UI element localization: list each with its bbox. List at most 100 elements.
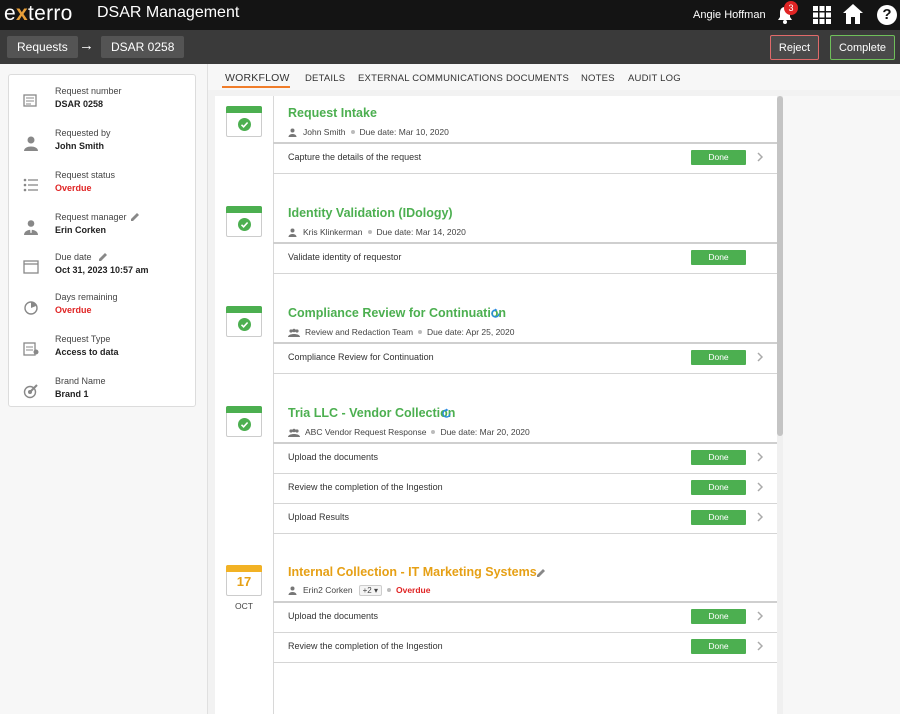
step-title[interactable]: Internal Collection - IT Marketing Syste… bbox=[288, 565, 537, 579]
step-due-date: Due date: Mar 20, 2020 bbox=[440, 427, 530, 437]
edit-step-pencil-icon[interactable] bbox=[536, 568, 546, 578]
chevron-right-icon[interactable] bbox=[756, 451, 764, 463]
document-list-icon bbox=[23, 94, 37, 107]
step-meta: John Smith Due date: Mar 10, 2020 bbox=[288, 127, 449, 138]
info-value: Brand 1 bbox=[55, 389, 89, 399]
info-label: Due date bbox=[55, 252, 92, 262]
step-overdue-label: Overdue bbox=[395, 585, 431, 595]
info-brand-name: Brand Name Brand 1 bbox=[9, 375, 197, 415]
breadcrumb-bar: Requests → DSAR 0258 Reject Complete bbox=[0, 30, 900, 64]
edit-due-date-pencil-icon[interactable] bbox=[98, 252, 108, 262]
help-icon[interactable]: ? bbox=[877, 5, 897, 25]
tab-details[interactable]: DETAILS bbox=[305, 73, 345, 84]
step-assignee: Erin2 Corken bbox=[303, 585, 353, 595]
done-button[interactable]: Done bbox=[691, 150, 746, 165]
task-row[interactable]: Review the completion of the Ingestion D… bbox=[273, 473, 777, 503]
exterro-logo[interactable]: exterro bbox=[4, 2, 73, 26]
chevron-right-icon[interactable] bbox=[756, 481, 764, 493]
done-button[interactable]: Done bbox=[691, 609, 746, 624]
task-label: Upload the documents bbox=[288, 452, 379, 462]
tab-audit-log[interactable]: AUDIT LOG bbox=[628, 73, 681, 84]
task-row[interactable]: Validate identity of requestor Done bbox=[273, 243, 777, 273]
tab-workflow[interactable]: WORKFLOW bbox=[225, 72, 290, 84]
task-row[interactable]: Capture the details of the request Done bbox=[273, 143, 777, 173]
done-button[interactable]: Done bbox=[691, 639, 746, 654]
step-assignee: Kris Klinkerman bbox=[303, 227, 363, 237]
step-calendar-complete bbox=[226, 206, 262, 237]
info-value: Erin Corken bbox=[55, 225, 107, 235]
done-button[interactable]: Done bbox=[691, 510, 746, 525]
reject-button[interactable]: Reject bbox=[770, 35, 819, 60]
calendar-day: 17 bbox=[236, 574, 252, 589]
list-icon bbox=[23, 178, 38, 192]
info-request-number: Request number DSAR 0258 bbox=[9, 85, 197, 125]
task-row[interactable]: Upload Results Done bbox=[273, 503, 777, 533]
info-due-date: Due date Oct 31, 2023 10:57 am bbox=[9, 251, 197, 291]
info-label: Request Type bbox=[55, 334, 111, 344]
info-value: DSAR 0258 bbox=[55, 99, 104, 109]
task-divider bbox=[273, 373, 777, 374]
check-circle-icon bbox=[238, 218, 251, 231]
timer-icon bbox=[24, 301, 38, 315]
chevron-right-icon[interactable] bbox=[756, 511, 764, 523]
step-meta: Review and Redaction Team Due date: Apr 2… bbox=[288, 327, 514, 338]
info-value: Oct 31, 2023 10:57 am bbox=[55, 265, 149, 275]
info-value: Access to data bbox=[55, 347, 119, 357]
calendar-icon bbox=[23, 260, 39, 274]
complete-button[interactable]: Complete bbox=[830, 35, 895, 60]
step-title[interactable]: Request Intake bbox=[288, 106, 377, 120]
task-label: Capture the details of the request bbox=[288, 152, 422, 162]
done-button[interactable]: Done bbox=[691, 250, 746, 265]
done-button[interactable]: Done bbox=[691, 450, 746, 465]
step-due-date: Due date: Mar 14, 2020 bbox=[376, 227, 466, 237]
task-divider bbox=[273, 533, 777, 534]
info-label: Request manager bbox=[55, 212, 127, 222]
task-label: Review the completion of the Ingestion bbox=[288, 641, 443, 651]
tab-external-communications[interactable]: EXTERNAL COMMUNICATIONS bbox=[358, 73, 503, 84]
team-icon bbox=[288, 328, 300, 338]
breadcrumb-requests[interactable]: Requests bbox=[7, 36, 78, 58]
chevron-right-icon[interactable] bbox=[756, 351, 764, 363]
task-divider bbox=[273, 273, 777, 274]
info-request-status: Request status Overdue bbox=[9, 169, 197, 209]
check-circle-icon bbox=[238, 318, 251, 331]
task-label: Review the completion of the Ingestion bbox=[288, 482, 443, 492]
chevron-right-icon[interactable] bbox=[756, 610, 764, 622]
brand-icon bbox=[23, 384, 38, 399]
step-calendar-complete bbox=[226, 406, 262, 437]
home-icon[interactable] bbox=[842, 3, 864, 25]
user-name[interactable]: Angie Hoffman bbox=[693, 9, 766, 21]
step-title[interactable]: Compliance Review for Continuation bbox=[288, 306, 506, 320]
edit-manager-pencil-icon[interactable] bbox=[130, 212, 140, 222]
task-row[interactable]: Upload the documents Done bbox=[273, 602, 777, 632]
task-divider bbox=[273, 662, 777, 663]
chevron-right-icon[interactable] bbox=[756, 640, 764, 652]
chevron-right-icon[interactable] bbox=[756, 151, 764, 163]
scrollbar-thumb[interactable] bbox=[777, 96, 783, 436]
extra-assignees-dropdown[interactable]: +2 ▾ bbox=[358, 585, 382, 596]
task-row[interactable]: Review the completion of the Ingestion D… bbox=[273, 632, 777, 662]
tab-bar: WORKFLOW DETAILS EXTERNAL COMMUNICATIONS… bbox=[208, 64, 900, 90]
info-request-manager: Request manager Erin Corken bbox=[9, 211, 197, 251]
tab-documents[interactable]: DOCUMENTS bbox=[506, 73, 569, 84]
refresh-icon[interactable] bbox=[490, 308, 501, 319]
info-label: Days remaining bbox=[55, 292, 118, 302]
step-assignee: Review and Redaction Team bbox=[305, 327, 414, 337]
task-row[interactable]: Upload the documents Done bbox=[273, 443, 777, 473]
done-button[interactable]: Done bbox=[691, 480, 746, 495]
done-button[interactable]: Done bbox=[691, 350, 746, 365]
calendar-month: OCT bbox=[235, 601, 253, 611]
tab-notes[interactable]: NOTES bbox=[581, 73, 615, 84]
apps-grid-icon[interactable] bbox=[812, 5, 832, 25]
info-label: Request status bbox=[55, 170, 116, 180]
task-row[interactable]: Compliance Review for Continuation Done bbox=[273, 343, 777, 373]
status-badge: Overdue bbox=[55, 183, 92, 193]
step-meta: ABC Vendor Request Response Due date: Mar… bbox=[288, 427, 530, 438]
step-calendar-complete bbox=[226, 106, 262, 137]
person-icon bbox=[288, 228, 297, 238]
step-title[interactable]: Identity Validation (IDology) bbox=[288, 206, 453, 220]
refresh-icon[interactable] bbox=[441, 408, 452, 419]
person-icon bbox=[288, 128, 297, 138]
info-requested-by: Requested by John Smith bbox=[9, 127, 197, 167]
step-title[interactable]: Tria LLC - Vendor Collection bbox=[288, 406, 455, 420]
